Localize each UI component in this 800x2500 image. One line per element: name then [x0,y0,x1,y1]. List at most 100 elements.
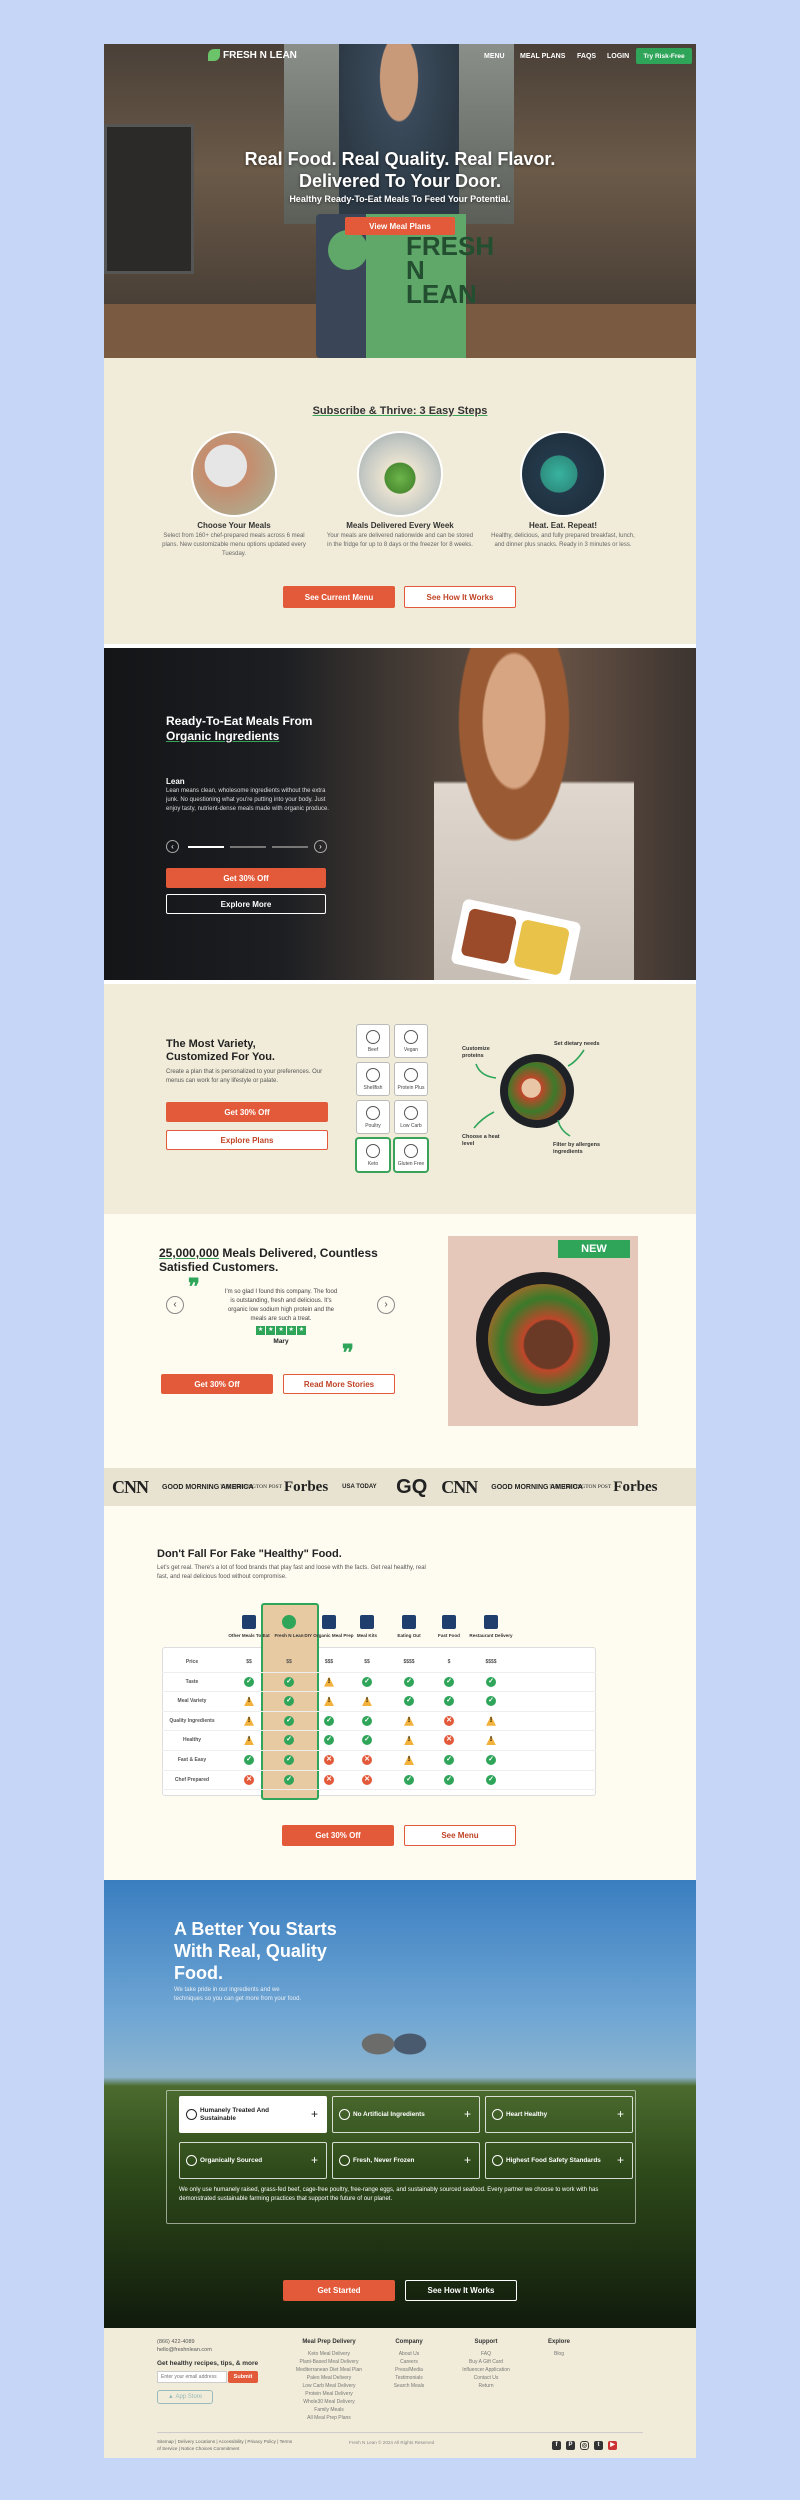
protein-plus-icon [404,1068,418,1082]
nav-menu[interactable]: MENU [484,53,505,60]
warning-icon: ! [486,1715,496,1726]
nav-login[interactable]: LOGIN [607,53,629,60]
meals-delivered-count: 25,000,000 [159,1246,220,1260]
nav-meal-plans[interactable]: MEAL PLANS [520,53,565,60]
carousel-indicator-active[interactable] [188,846,224,848]
site-logo[interactable]: FRESH N LEAN [208,49,297,61]
footer-link[interactable]: Paleo Meal Delivery [294,2374,364,2382]
read-more-stories-button[interactable]: Read More Stories [283,1374,395,1394]
see-current-menu-button[interactable]: See Current Menu [283,586,395,608]
footer-link[interactable]: Blog [539,2350,579,2358]
footer-link[interactable]: Mediterranean Diet Meal Plan [294,2366,364,2374]
youtube-icon[interactable]: ▶ [608,2441,617,2450]
x-icon: ✕ [444,1735,454,1746]
press-logos: CNN GOOD MORNING AMERICA THE HUFFINGTON … [104,1476,671,1499]
diet-label: Beef [367,1047,379,1053]
newsletter-email-input[interactable] [157,2371,227,2383]
table-row: Price $$ $$ $$$ $$ $$$$ $ $$$$ [162,1653,596,1673]
table-row: Meal Variety! ✓!! ✓ ✓ ✓ [162,1692,596,1712]
facebook-icon[interactable]: f [552,2441,561,2450]
try-risk-free-button[interactable]: Try Risk-Free [636,48,692,64]
feature-organically-sourced[interactable]: Organically Sourced + [179,2142,327,2179]
footer-link[interactable]: Search Meals [384,2382,434,2390]
footer-link[interactable]: Plant-Based Meal Delivery [294,2358,364,2366]
footer-col-title: Support [474,2339,498,2345]
get-started-button[interactable]: Get Started [283,2280,395,2301]
twitter-icon[interactable]: t [594,2441,603,2450]
diet-label: Poultry [365,1123,381,1129]
instagram-icon[interactable]: ◎ [580,2441,589,2450]
explore-plans-button[interactable]: Explore Plans [166,1130,328,1150]
footer-link[interactable]: Buy A Gift Card [456,2358,516,2366]
view-meal-plans-button[interactable]: View Meal Plans [345,217,455,235]
feature-food-safety[interactable]: Highest Food Safety Standards + [485,2142,633,2179]
check-icon: ✓ [404,1696,414,1707]
nav-faqs[interactable]: FAQS [577,53,596,60]
see-menu-button[interactable]: See Menu [404,1825,516,1846]
testimonial-next-button[interactable]: › [377,1296,395,1314]
app-store-badge[interactable]: ▲ App Store [157,2390,213,2404]
diet-option-poultry[interactable]: Poultry [356,1100,390,1134]
column-icon [402,1615,416,1629]
check-icon: ✓ [284,1676,294,1687]
newsletter-submit-button[interactable]: Submit [228,2371,258,2383]
see-how-it-works-button[interactable]: See How It Works [405,2280,517,2301]
gma-logo: GOOD MORNING AMERICA [162,1483,254,1491]
footer-col-title: Explore [547,2339,570,2345]
footer-link[interactable]: Keto Meal Delivery [294,2350,364,2358]
footer-link[interactable]: Low Carb Meal Delivery [294,2382,364,2390]
poultry-icon [366,1106,380,1120]
feature-fresh-never-frozen[interactable]: Fresh, Never Frozen + [332,2142,480,2179]
feature-heart-healthy[interactable]: Heart Healthy + [485,2096,633,2133]
footer-link[interactable]: Protein Meal Delivery [294,2390,364,2398]
footer-link[interactable]: FAQ [456,2350,516,2358]
check-icon: ✓ [444,1755,454,1765]
footer-link[interactable]: Family Meals [294,2406,364,2414]
steps-section: Subscribe & Thrive: 3 Easy Steps Choose … [104,358,696,644]
new-badge: NEW [558,1240,630,1258]
diet-option-keto[interactable]: Keto [356,1138,390,1172]
footer-phone[interactable]: (866) 422-4089 [157,2338,212,2346]
get-30-off-button[interactable]: Get 30% Off [282,1825,394,1846]
feature-humanely-treated[interactable]: Humanely Treated And Sustainable + [179,2096,327,2133]
carousel-prev-button[interactable]: ‹ [166,840,179,853]
footer-link[interactable]: Press/Media [384,2366,434,2374]
diet-option-protein-plus[interactable]: Protein Plus [394,1062,428,1096]
diet-option-vegan[interactable]: Vegan [394,1024,428,1058]
get-30-off-button[interactable]: Get 30% Off [166,868,326,888]
footer-link[interactable]: Contact Us [456,2374,516,2382]
diet-option-shellfish[interactable]: Shellfish [356,1062,390,1096]
footer-email[interactable]: hello@freshnlean.com [157,2346,212,2354]
footer-link[interactable]: About Us [384,2350,434,2358]
diet-option-gluten-free[interactable]: Gluten Free [394,1138,428,1172]
footer-link[interactable]: Testimonials [384,2374,434,2382]
better-text: We take pride in our ingredients and we … [174,1987,302,2002]
carousel-indicator[interactable] [230,846,266,848]
see-how-it-works-button[interactable]: See How It Works [404,586,516,608]
carousel-next-button[interactable]: › [314,840,327,853]
cnn-logo: CNN [441,1476,478,1497]
footer-link[interactable]: Careers [384,2358,434,2366]
footer-link[interactable]: Return [456,2382,516,2390]
hero-subheadline: Healthy Ready-To-Eat Meals To Feed Your … [289,194,511,204]
feature-no-artificial[interactable]: No Artificial Ingredients + [332,2096,480,2133]
footer-link[interactable]: All Meal Prep Plans [294,2414,364,2422]
feature-label: Organically Sourced [200,2157,263,2164]
pinterest-icon[interactable]: P [566,2441,575,2450]
farmers-image [354,2020,434,2080]
diet-option-beef[interactable]: Beef [356,1024,390,1058]
column-icon [282,1615,296,1629]
footer-link[interactable]: Whole30 Meal Delivery [294,2398,364,2406]
explore-more-button[interactable]: Explore More [166,894,326,914]
footer-col-title: Meal Prep Delivery [302,2339,356,2345]
footer: (866) 422-4089 hello@freshnlean.com Get … [104,2328,696,2458]
footer-legal-links[interactable]: Sitemap | Delivery Locations | Accessibi… [157,2438,297,2452]
testimonial-prev-button[interactable]: ‹ [166,1296,184,1314]
carousel-indicator[interactable] [272,846,308,848]
get-30-off-button[interactable]: Get 30% Off [161,1374,273,1394]
get-30-off-button[interactable]: Get 30% Off [166,1102,328,1122]
price-value: $ [447,1659,451,1665]
footer-link[interactable]: Influencer Application [456,2366,516,2374]
plus-icon: + [463,2153,471,2167]
diet-option-low-carb[interactable]: Low Carb [394,1100,428,1134]
